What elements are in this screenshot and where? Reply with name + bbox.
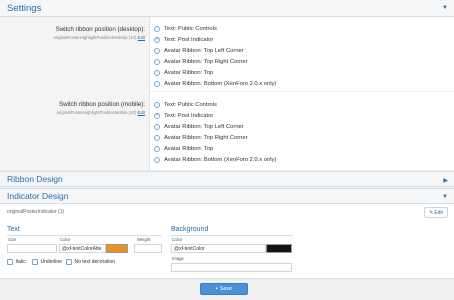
- edit-button-label: Edit: [434, 209, 443, 216]
- edit-icon: ✎: [429, 209, 434, 216]
- underline-checkbox[interactable]: Underline: [32, 259, 62, 265]
- option-label: Text: Post Indicator: [164, 112, 214, 119]
- save-button[interactable]: ▪ Save: [200, 283, 248, 295]
- desktop-position-title: Switch ribbon position (desktop):: [55, 26, 145, 33]
- mobile-option[interactable]: Avatar Ribbon: Bottom (XenForo 2.0.x onl…: [154, 154, 276, 165]
- desktop-option-id: originalPosterHighlightPositionDesktop (…: [53, 34, 137, 40]
- italic-checkbox[interactable]: Italic: [7, 259, 26, 265]
- radio-icon[interactable]: [154, 123, 160, 130]
- bg-color-input[interactable]: @xf-textColor: [171, 244, 266, 253]
- indicator-design-title: Indicator Design: [7, 191, 69, 201]
- desktop-radio-group: Text: Public Controls Text: Post Indicat…: [154, 23, 276, 89]
- settings-panel: Switch ribbon position (desktop): origin…: [0, 17, 454, 170]
- desktop-option[interactable]: Avatar Ribbon: Bottom (XenForo 2.0.x onl…: [154, 78, 276, 89]
- collapse-caret-icon[interactable]: ▼: [442, 194, 448, 200]
- settings-title: Settings: [7, 2, 42, 14]
- desktop-option[interactable]: Avatar Ribbon: Top Right Corner: [154, 56, 276, 67]
- divider: [150, 91, 454, 92]
- desktop-option[interactable]: Text: Post Indicator: [154, 34, 276, 45]
- radio-checked-icon[interactable]: [154, 112, 160, 119]
- save-label: Save: [219, 286, 233, 292]
- settings-header[interactable]: Settings ▼: [0, 0, 454, 17]
- option-label: Avatar Ribbon: Bottom (XenForo 2.0.x onl…: [164, 156, 277, 163]
- mobile-option[interactable]: Avatar Ribbon: Top Left Corner: [154, 121, 276, 132]
- option-label: Avatar Ribbon: Top Left Corner: [164, 123, 244, 130]
- indicator-design-header[interactable]: Indicator Design ▼: [0, 188, 454, 204]
- radio-checked-icon[interactable]: [154, 36, 160, 43]
- option-label: Avatar Ribbon: Top Right Corner: [164, 58, 248, 65]
- no-decoration-label: No text decoration: [74, 259, 116, 265]
- mobile-option-id: originalPosterHighlightPositionMobile (2…: [56, 109, 137, 115]
- image-input[interactable]: [171, 263, 292, 272]
- radio-icon[interactable]: [154, 134, 160, 141]
- desktop-position-sub: originalPosterHighlightPositionDesktop (…: [54, 35, 146, 40]
- checkbox-icon[interactable]: [7, 259, 13, 265]
- save-icon: ▪: [215, 286, 218, 292]
- radio-icon[interactable]: [154, 101, 160, 108]
- ribbon-design-header[interactable]: Ribbon Design ▶: [0, 171, 454, 187]
- mobile-option[interactable]: Avatar Ribbon: Top: [154, 143, 276, 154]
- desktop-position-label: Switch ribbon position (desktop): origin…: [54, 26, 146, 40]
- radio-icon[interactable]: [154, 145, 160, 152]
- radio-icon[interactable]: [154, 69, 160, 76]
- option-label: Avatar Ribbon: Top: [164, 69, 214, 76]
- radio-icon[interactable]: [154, 156, 160, 163]
- image-label: Image: [172, 256, 184, 261]
- settings-label-column: Switch ribbon position (desktop): origin…: [0, 17, 150, 170]
- option-label: Text: Public Controls: [164, 101, 217, 108]
- edit-button[interactable]: ✎ Edit: [424, 207, 448, 218]
- option-label: Avatar Ribbon: Bottom (XenForo 2.0.x onl…: [164, 80, 277, 87]
- checkbox-icon[interactable]: [32, 259, 38, 265]
- indicator-name: originalPosterIndicator (1): [7, 209, 65, 215]
- text-group-title: Text: [7, 226, 20, 233]
- weight-select[interactable]: [134, 244, 162, 253]
- text-color-label: Color: [60, 237, 71, 242]
- mobile-option[interactable]: Text: Public Controls: [154, 99, 276, 110]
- size-label: Size: [8, 237, 17, 242]
- mobile-radio-group: Text: Public Controls Text: Post Indicat…: [154, 99, 276, 165]
- no-decoration-checkbox[interactable]: No text decoration: [66, 259, 115, 265]
- radio-icon[interactable]: [154, 58, 160, 65]
- radio-icon[interactable]: [154, 80, 160, 87]
- radio-icon[interactable]: [154, 47, 160, 54]
- mobile-option[interactable]: Avatar Ribbon: Top Right Corner: [154, 132, 276, 143]
- option-label: Avatar Ribbon: Top: [164, 145, 214, 152]
- radio-icon[interactable]: [154, 25, 160, 32]
- mobile-position-title: Switch ribbon position (mobile):: [59, 101, 145, 108]
- text-color-input[interactable]: @xf-textColorAtte: [59, 244, 106, 253]
- bg-color-swatch[interactable]: [266, 244, 292, 253]
- option-label: Text: Public Controls: [164, 25, 217, 32]
- background-group-title: Background: [171, 226, 209, 233]
- option-label: Avatar Ribbon: Top Right Corner: [164, 134, 248, 141]
- desktop-option[interactable]: Text: Public Controls: [154, 23, 276, 34]
- save-bar: ▪ Save: [0, 278, 454, 300]
- size-input[interactable]: [7, 244, 57, 253]
- text-color-swatch[interactable]: [106, 244, 128, 253]
- checkbox-icon[interactable]: [66, 259, 72, 265]
- divider: [171, 235, 293, 236]
- underline-label: Underline: [40, 259, 62, 265]
- desktop-edit-link[interactable]: Edit: [138, 35, 145, 40]
- option-label: Text: Post Indicator: [164, 36, 214, 43]
- option-label: Avatar Ribbon: Top Left Corner: [164, 47, 244, 54]
- italic-label: Italic: [15, 259, 26, 265]
- weight-label: Weight: [137, 237, 151, 242]
- desktop-option[interactable]: Avatar Ribbon: Top Left Corner: [154, 45, 276, 56]
- mobile-option[interactable]: Text: Post Indicator: [154, 110, 276, 121]
- mobile-position-label: Switch ribbon position (mobile): origina…: [57, 101, 145, 115]
- bg-color-label: Color: [172, 237, 183, 242]
- desktop-option[interactable]: Avatar Ribbon: Top: [154, 67, 276, 78]
- mobile-edit-link[interactable]: Edit: [138, 110, 145, 115]
- divider: [7, 235, 162, 236]
- ribbon-design-title: Ribbon Design: [7, 174, 63, 184]
- expand-caret-icon[interactable]: ▶: [443, 177, 448, 184]
- mobile-position-sub: originalPosterHighlightPositionMobile (2…: [57, 110, 145, 115]
- collapse-caret-icon[interactable]: ▼: [442, 5, 448, 11]
